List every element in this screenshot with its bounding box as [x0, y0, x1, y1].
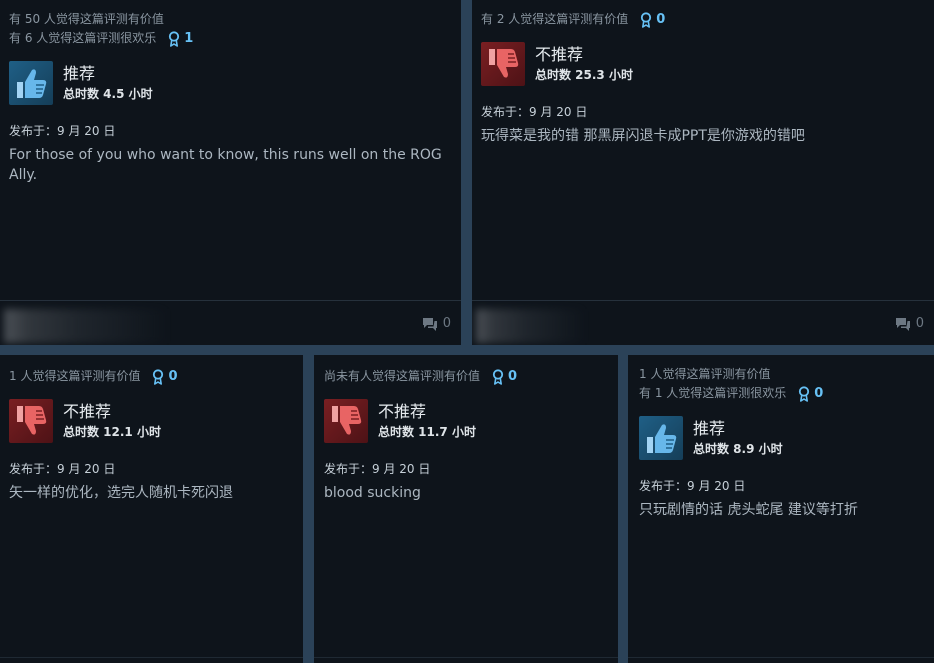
posted-date: 发布于：9 月 20 日 [9, 462, 116, 476]
award-badge[interactable]: 0 [492, 367, 517, 386]
verdict-title: 不推荐 [535, 45, 584, 64]
review-verdict[interactable]: 推荐 总时数 4.5 小时 [9, 61, 461, 105]
card-divider [0, 657, 303, 663]
review-stats: 1 人觉得这篇评测有价值 0 [0, 355, 303, 386]
posted-date: 发布于：9 月 20 日 [639, 479, 746, 493]
card-divider [628, 657, 934, 663]
review-footer: 0 [0, 300, 461, 345]
review-content: 矢一样的优化，选完人随机卡死闪退 [9, 485, 233, 501]
thumbs-down-icon [481, 42, 525, 86]
review-verdict[interactable]: 推荐 总时数 8.9 小时 [639, 416, 934, 460]
comment-icon [422, 317, 438, 331]
award-icon [152, 369, 164, 385]
award-count: 1 [184, 31, 194, 46]
helpful-count: 有 2 人觉得这篇评测有价值 [481, 12, 629, 26]
review-verdict[interactable]: 不推荐 总时数 12.1 小时 [9, 399, 303, 443]
review-content: 只玩剧情的话 虎头蛇尾 建议等打折 [639, 502, 858, 518]
award-icon [492, 369, 504, 385]
thumbs-up-icon [639, 416, 683, 460]
thumbs-down-icon [324, 399, 368, 443]
verdict-title: 不推荐 [378, 402, 427, 421]
review-card: 1 人觉得这篇评测有价值 有 1 人觉得这篇评测很欢乐 0 推荐 总时数 8.9… [628, 355, 934, 663]
hours-played: 总时数 4.5 小时 [63, 87, 153, 101]
helpful-count: 尚未有人觉得这篇评测有价值 [324, 369, 481, 383]
funny-count: 有 6 人觉得这篇评测很欢乐 [9, 31, 157, 45]
comment-icon [895, 317, 911, 331]
comment-button[interactable]: 0 [895, 316, 924, 331]
review-card: 1 人觉得这篇评测有价值 0 不推荐 总时数 12.1 小时 发布于：9 月 2… [0, 355, 303, 663]
award-count: 0 [656, 12, 666, 27]
award-badge[interactable]: 0 [640, 10, 665, 29]
card-divider [314, 657, 618, 663]
review-stats: 尚未有人觉得这篇评测有价值 0 [314, 355, 618, 386]
verdict-title: 推荐 [693, 419, 726, 438]
award-count: 0 [508, 369, 518, 384]
review-content: For those of you who want to know, this … [9, 147, 442, 183]
award-count: 0 [168, 369, 178, 384]
review-content: blood sucking [324, 485, 421, 501]
award-count: 0 [814, 386, 824, 401]
hours-played: 总时数 12.1 小时 [63, 425, 161, 439]
review-card: 有 50 人觉得这篇评测有价值 有 6 人觉得这篇评测很欢乐 1 推荐 总时数 … [0, 0, 461, 345]
verdict-title: 不推荐 [63, 402, 112, 421]
review-stats: 有 2 人觉得这篇评测有价值 0 [472, 0, 934, 29]
verdict-title: 推荐 [63, 64, 96, 83]
review-card: 有 2 人觉得这篇评测有价值 0 不推荐 总时数 25.3 小时 发布于：9 月… [472, 0, 934, 345]
award-badge[interactable]: 0 [152, 367, 178, 386]
posted-date: 发布于：9 月 20 日 [9, 124, 116, 138]
award-badge[interactable]: 1 [168, 29, 193, 48]
award-icon [798, 386, 810, 402]
comment-count: 0 [915, 316, 924, 331]
posted-date: 发布于：9 月 20 日 [324, 462, 431, 476]
thumbs-down-icon [9, 399, 53, 443]
review-stats: 有 50 人觉得这篇评测有价值 有 6 人觉得这篇评测很欢乐 1 [0, 0, 461, 48]
helpful-count: 1 人觉得这篇评测有价值 [639, 367, 771, 381]
comment-count: 0 [442, 316, 451, 331]
review-card: 尚未有人觉得这篇评测有价值 0 不推荐 总时数 11.7 小时 发布于：9 月 … [314, 355, 618, 663]
hours-played: 总时数 25.3 小时 [535, 68, 633, 82]
hours-played: 总时数 11.7 小时 [378, 425, 476, 439]
helpful-count: 有 50 人觉得这篇评测有价值 [9, 12, 164, 26]
award-icon [168, 31, 180, 47]
review-verdict[interactable]: 不推荐 总时数 25.3 小时 [481, 42, 934, 86]
comment-button[interactable]: 0 [422, 316, 451, 331]
helpful-count: 1 人觉得这篇评测有价值 [9, 369, 141, 383]
award-icon [640, 12, 652, 28]
funny-count: 有 1 人觉得这篇评测很欢乐 [639, 386, 787, 400]
review-content: 玩得菜是我的错 那黑屏闪退卡成PPT是你游戏的错吧 [481, 128, 805, 144]
hours-played: 总时数 8.9 小时 [693, 442, 783, 456]
thumbs-up-icon [9, 61, 53, 105]
author-avatar-blurred[interactable] [476, 309, 586, 343]
award-badge[interactable]: 0 [798, 384, 823, 403]
review-stats: 1 人觉得这篇评测有价值 有 1 人觉得这篇评测很欢乐 0 [628, 355, 934, 403]
author-avatar-blurred[interactable] [4, 309, 169, 343]
review-verdict[interactable]: 不推荐 总时数 11.7 小时 [324, 399, 618, 443]
review-footer: 0 [472, 300, 934, 345]
posted-date: 发布于：9 月 20 日 [481, 105, 588, 119]
